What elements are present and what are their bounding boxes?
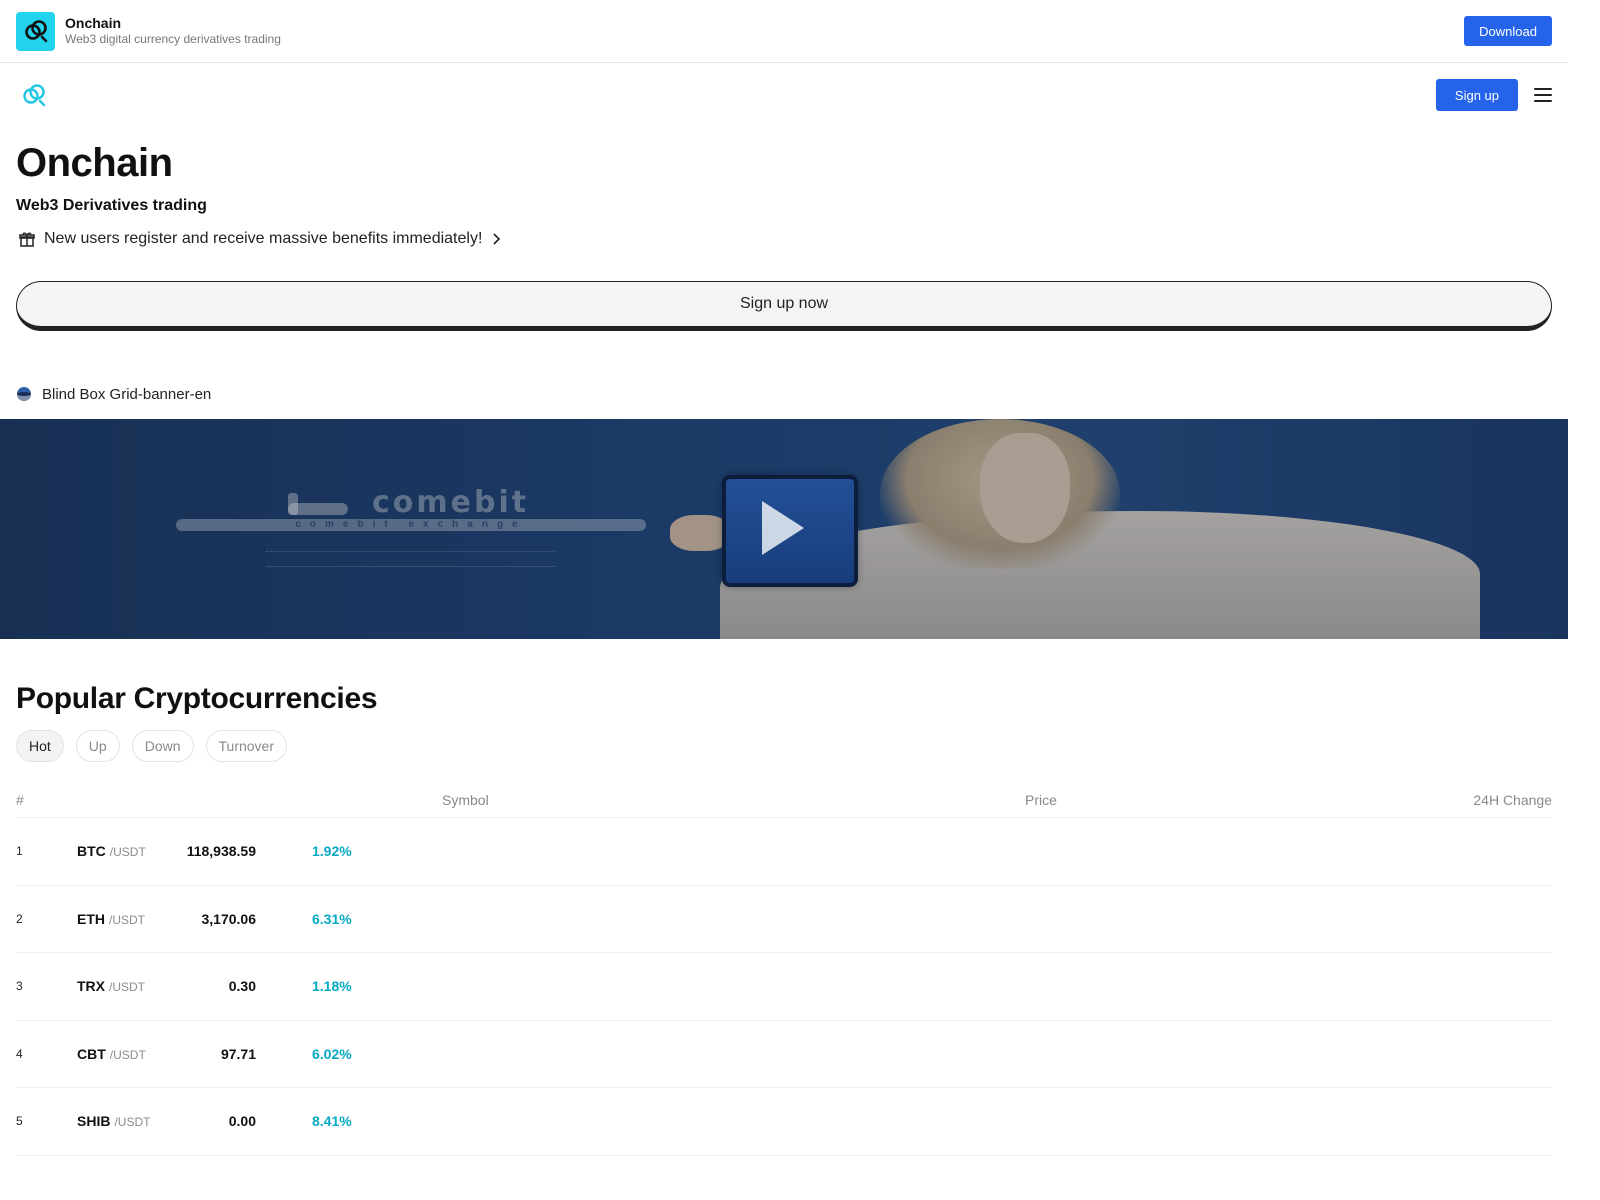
symbol-quote: /USDT (109, 845, 146, 860)
onchain-logo-icon (16, 11, 55, 51)
app-title: Onchain (65, 15, 122, 31)
row-symbol: ETH /USDT (77, 911, 145, 927)
promo-link[interactable]: New users register and receive massive b… (16, 227, 1552, 251)
table-row[interactable]: 5 SHIB /USDT 0.00 8.41% (16, 1088, 1552, 1156)
table-header: # Symbol Price 24H Change (16, 782, 1552, 818)
table-row[interactable]: 1 BTC /USDT 118,938.59 1.92% (16, 818, 1552, 886)
download-button[interactable]: Download (1464, 16, 1552, 46)
symbol-base: ETH (77, 910, 105, 927)
popular-cryptocurrencies: Popular Cryptocurrencies Hot Up Down Tur… (0, 679, 1568, 1156)
symbol-base: CBT (77, 1045, 106, 1062)
tab-down[interactable]: Down (131, 730, 194, 762)
row-price: 118,938.59 (186, 843, 256, 860)
banner-label-text: Blind Box Grid-banner-en (42, 385, 212, 403)
row-rank: 3 (16, 979, 23, 994)
banner-label: Blind Box Grid-banner-en (0, 383, 1568, 405)
hero-section: Onchain Web3 Derivatives trading New use… (0, 127, 1568, 331)
gift-icon (19, 231, 35, 247)
row-price: 3,170.06 (201, 910, 257, 927)
onchain-logo-icon[interactable] (20, 81, 48, 109)
row-price: 0.00 (228, 1113, 256, 1130)
symbol-quote: /USDT (109, 1047, 146, 1062)
row-symbol: CBT /USDT (77, 1046, 146, 1062)
table-row[interactable]: 4 CBT /USDT 97.71 6.02% (16, 1021, 1552, 1088)
row-symbol: TRX /USDT (77, 978, 145, 994)
symbol-base: SHIB (77, 1113, 111, 1130)
table-row[interactable]: 2 ETH /USDT 3,170.06 6.31% (16, 886, 1552, 953)
tab-up[interactable]: Up (75, 730, 120, 762)
symbol-base: TRX (77, 978, 105, 995)
page-title: Onchain (16, 141, 173, 185)
tab-hot[interactable]: Hot (16, 730, 64, 762)
row-change: 1.18% (312, 978, 352, 995)
row-price: 0.30 (228, 978, 256, 995)
symbol-quote: /USDT (114, 1115, 151, 1130)
row-rank: 4 (16, 1046, 23, 1061)
promo-banner[interactable]: comebit comebit exchange (0, 419, 1568, 639)
column-header-price[interactable]: Price (1025, 792, 1057, 808)
table-row[interactable]: 3 TRX /USDT 0.30 1.18% (16, 953, 1552, 1021)
row-price: 97.71 (220, 1045, 256, 1062)
row-change: 1.92% (312, 843, 352, 860)
hero-subtitle: Web3 Derivatives trading (16, 197, 207, 214)
row-change: 6.31% (312, 910, 352, 927)
row-symbol: SHIB /USDT (77, 1113, 150, 1129)
column-header-change[interactable]: 24H Change (1473, 792, 1552, 808)
tab-turnover[interactable]: Turnover (205, 730, 288, 762)
sign-up-now-button[interactable]: Sign up now (16, 281, 1552, 331)
app-subtitle: Web3 digital currency derivatives tradin… (65, 32, 281, 46)
row-rank: 1 (16, 844, 23, 859)
section-title: Popular Cryptocurrencies (16, 682, 378, 715)
app-download-bar: Onchain Web3 digital currency derivative… (0, 0, 1568, 63)
main-nav: Sign up (0, 63, 1568, 127)
promo-text: New users register and receive massive b… (44, 230, 483, 247)
blind-box-icon (16, 386, 32, 402)
column-header-rank: # (16, 791, 24, 808)
filter-tabs: Hot Up Down Turnover (16, 730, 1552, 762)
sign-up-button[interactable]: Sign up (1435, 79, 1518, 111)
hamburger-menu-icon[interactable] (1534, 86, 1552, 104)
row-change: 6.02% (312, 1045, 352, 1062)
row-change: 8.41% (312, 1113, 352, 1130)
row-rank: 5 (16, 1114, 23, 1129)
row-rank: 2 (16, 911, 23, 926)
play-icon[interactable] (762, 501, 804, 555)
symbol-quote: /USDT (109, 912, 145, 927)
chevron-right-icon (492, 232, 502, 246)
symbol-quote: /USDT (109, 980, 145, 995)
column-header-symbol: Symbol (442, 791, 489, 808)
row-symbol: BTC /USDT (77, 843, 146, 859)
symbol-base: BTC (77, 843, 106, 860)
